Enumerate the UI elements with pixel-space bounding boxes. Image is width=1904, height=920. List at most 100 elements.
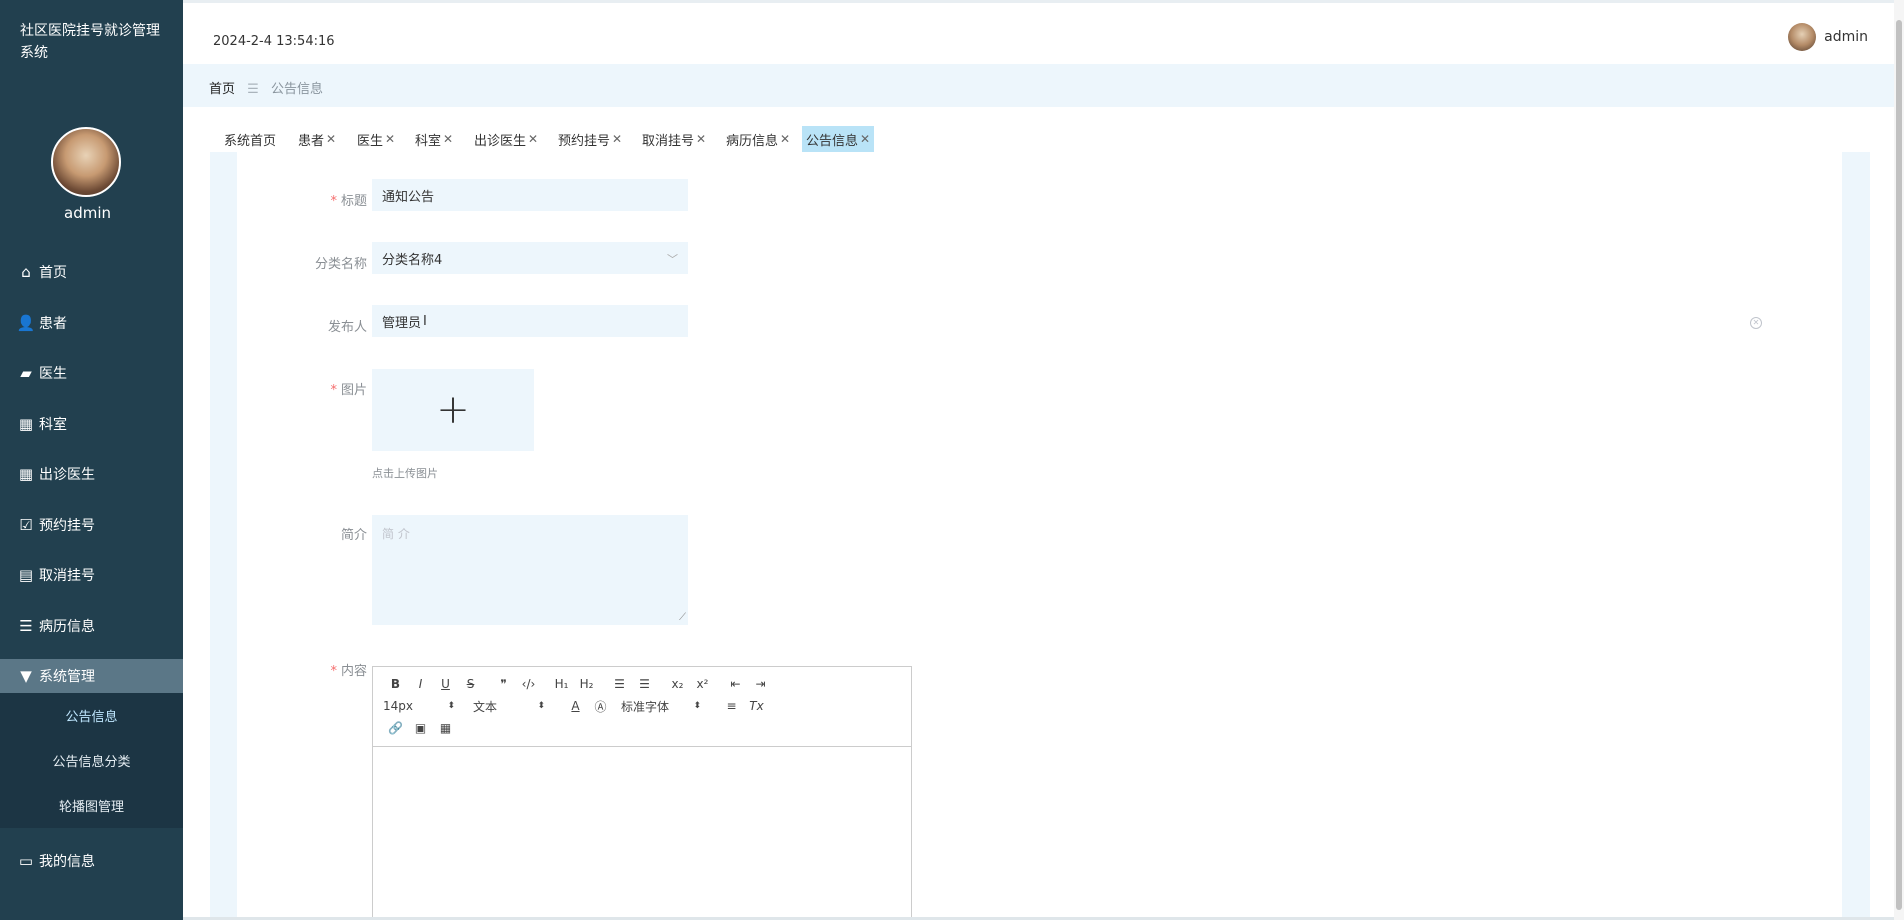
grid-icon: ▦	[18, 465, 34, 484]
sidebar-avatar	[51, 127, 121, 197]
sidebar-item-medical-records[interactable]: ☰ 病历信息	[0, 601, 183, 652]
close-icon[interactable]: ✕	[385, 132, 395, 146]
image-upload-button[interactable]: +	[372, 369, 534, 451]
system-submenu: 公告信息 公告信息分类 轮播图管理	[0, 693, 183, 828]
indent-icon[interactable]: ⇥	[748, 677, 773, 691]
text-cursor-icon: I	[423, 313, 427, 329]
category-select[interactable]: 分类名称4 ﹀	[372, 242, 688, 274]
sidebar-item-doctors[interactable]: ▰ 医生	[0, 348, 183, 399]
sidebar-item-patients[interactable]: 👤 患者	[0, 298, 183, 349]
breadcrumb-home[interactable]: 首页	[209, 82, 235, 97]
align-icon[interactable]: ≡	[719, 699, 744, 713]
title-label-text: 标题	[340, 194, 367, 209]
select-arrows-icon: ⬍	[447, 701, 455, 711]
resize-grip-icon[interactable]: ⟋	[679, 612, 686, 623]
home-icon: ⌂	[21, 263, 31, 282]
sidebar-item-departments[interactable]: ▦ 科室	[0, 399, 183, 450]
heading-1-icon[interactable]: H₁	[549, 677, 574, 691]
font-color-icon[interactable]: A	[563, 699, 588, 713]
superscript-icon[interactable]: x²	[690, 677, 715, 691]
header-select[interactable]: 文本 ⬍	[473, 698, 545, 715]
user-menu[interactable]: admin	[1788, 23, 1868, 51]
tabs-bar: 系统首页 患者 ✕ 医生 ✕ 科室 ✕ 出诊医生 ✕ 预约挂号 ✕ 取消挂号 ✕ 病历信息 ✕…	[210, 108, 1870, 153]
sidebar-item-home[interactable]: ⌂ 首页	[0, 247, 183, 298]
image-icon[interactable]: ▣	[408, 721, 433, 735]
clipboard-check-icon: ☑	[19, 515, 33, 534]
scrollbar[interactable]	[1894, 0, 1904, 920]
title-input[interactable]: 通知公告	[372, 179, 688, 211]
sidebar-item-label: 我的信息	[39, 854, 95, 871]
blockquote-icon[interactable]: ❞	[491, 677, 516, 691]
bullet-list-icon[interactable]: ☰	[632, 677, 657, 691]
close-icon[interactable]: ✕	[696, 132, 706, 146]
select-arrows-icon: ⬍	[537, 701, 545, 711]
tab-medical-records[interactable]: 病历信息 ✕	[722, 126, 794, 152]
clear-format-icon[interactable]: Tx	[744, 699, 769, 713]
sidebar-item-label: 首页	[39, 265, 67, 282]
breadcrumb-bar: 首页 ☰ 公告信息	[183, 64, 1903, 107]
sidebar-item-cancel-appointments[interactable]: ▤ 取消挂号	[0, 550, 183, 601]
sidebar-item-appointments[interactable]: ☑ 预约挂号	[0, 500, 183, 551]
intro-placeholder: 简 介	[382, 527, 410, 541]
bold-icon[interactable]: B	[383, 677, 408, 691]
outdent-icon[interactable]: ⇤	[723, 677, 748, 691]
heading-2-icon[interactable]: H₂	[574, 677, 599, 691]
close-icon[interactable]: ✕	[860, 132, 870, 146]
sliders-icon: ☰	[19, 616, 33, 635]
app-title: 社区医院挂号就诊管理系统	[20, 23, 160, 61]
strikethrough-icon[interactable]: S	[458, 677, 483, 691]
subscript-icon[interactable]: x₂	[665, 677, 690, 691]
required-mark: *	[330, 383, 337, 398]
close-icon[interactable]: ✕	[443, 132, 453, 146]
tab-visiting-doctors[interactable]: 出诊医生 ✕	[470, 126, 542, 152]
avatar	[1788, 23, 1817, 51]
ordered-list-icon[interactable]: ☰	[607, 677, 632, 691]
sidebar-item-my-info[interactable]: ▭ 我的信息	[0, 836, 183, 887]
tab-label: 公告信息	[806, 133, 859, 149]
background-color-icon[interactable]: Ⓐ	[588, 698, 613, 715]
video-icon[interactable]: ▦	[433, 721, 458, 735]
tab-cancel-appointments[interactable]: 取消挂号 ✕	[638, 126, 710, 152]
close-icon[interactable]: ✕	[612, 132, 622, 146]
tab-appointments[interactable]: 预约挂号 ✕	[554, 126, 626, 152]
scrollbar-thumb[interactable]	[1896, 20, 1902, 910]
publisher-input[interactable]: 管理员 I	[372, 305, 688, 337]
code-block-icon[interactable]: ‹/›	[516, 677, 541, 691]
tab-departments[interactable]: 科室 ✕	[411, 126, 457, 152]
submenu-item-announcement-categories[interactable]: 公告信息分类	[0, 738, 183, 783]
intro-textarea[interactable]: 简 介 ⟋	[372, 515, 688, 625]
tab-system-home[interactable]: 系统首页	[220, 126, 280, 152]
sidebar-item-visiting-doctors[interactable]: ▦ 出诊医生	[0, 449, 183, 500]
sidebar-item-label: 取消挂号	[39, 568, 95, 585]
sidebar-item-system-management[interactable]: ▼ 系统管理	[0, 659, 183, 693]
close-icon[interactable]: ✕	[326, 132, 336, 146]
user-icon: 👤	[16, 313, 36, 332]
close-icon[interactable]: ✕	[780, 132, 790, 146]
submenu-item-announcements[interactable]: 公告信息	[0, 693, 183, 738]
tab-doctors[interactable]: 医生 ✕	[353, 126, 399, 152]
tab-patients[interactable]: 患者 ✕	[294, 126, 340, 152]
clear-icon[interactable]: ✕	[1750, 317, 1762, 329]
breadcrumb-separator-icon: ☰	[247, 82, 259, 97]
top-username: admin	[1824, 29, 1868, 45]
content-gutter-right	[1842, 152, 1870, 920]
category-select-value: 分类名称4	[382, 252, 443, 268]
sidebar-item-label: 医生	[39, 366, 67, 383]
breadcrumb: 首页 ☰ 公告信息	[209, 78, 323, 97]
font-size-select[interactable]: 14px ⬍	[383, 699, 455, 713]
tab-label: 取消挂号	[642, 133, 695, 149]
close-icon[interactable]: ✕	[528, 132, 538, 146]
tab-announcements[interactable]: 公告信息 ✕	[802, 126, 875, 152]
sidebar-item-label: 预约挂号	[39, 517, 95, 534]
link-icon[interactable]: 🔗	[383, 721, 408, 735]
topbar: 2024-2-4 13:54:16 admin	[183, 0, 1904, 67]
sidebar-item-label: 患者	[39, 315, 67, 332]
ticket-icon: ▰	[20, 364, 32, 383]
sidebar-menu: ⌂ 首页 👤 患者 ▰ 医生 ▦ 科室 ▦ 出诊医生 ☑ 预约挂号 ▤ 取消挂号…	[0, 247, 183, 887]
underline-icon[interactable]: U	[433, 677, 458, 691]
font-family-select[interactable]: 标准字体 ⬍	[621, 698, 701, 715]
submenu-item-carousel[interactable]: 轮播图管理	[0, 783, 183, 828]
tab-label: 科室	[415, 133, 442, 149]
italic-icon[interactable]: I	[408, 677, 433, 691]
sidebar-item-label: 出诊医生	[39, 467, 95, 484]
